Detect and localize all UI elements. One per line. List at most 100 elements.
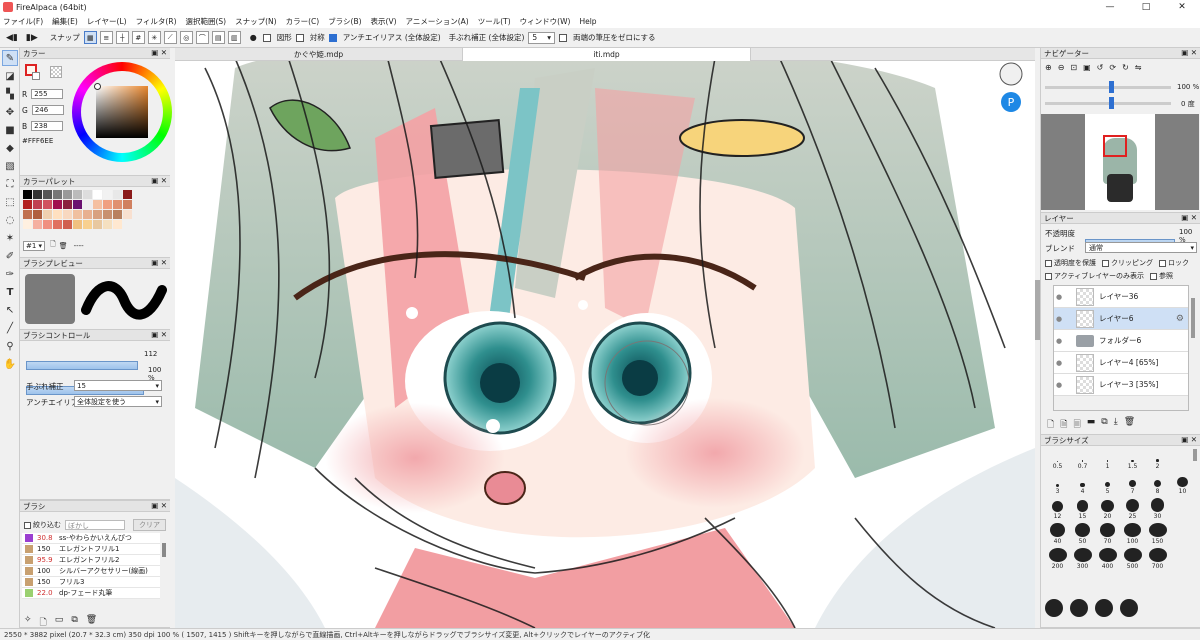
panel-close-icon[interactable]: ▣ ✕ [151, 330, 167, 339]
brush-size-cell[interactable]: 15 [1070, 498, 1095, 520]
fill-rect-icon[interactable]: ■ [2, 122, 18, 138]
hand-tool-icon[interactable]: ✋ [2, 356, 18, 372]
brush-size-cell[interactable]: 4 [1070, 473, 1095, 495]
b-input[interactable]: 238 [31, 121, 64, 131]
new-folder-icon[interactable]: ▬ [1087, 417, 1096, 433]
palette-swatch[interactable] [103, 190, 112, 199]
snap-perspective-icon[interactable]: ⟋ [163, 31, 177, 44]
snap-curve-icon[interactable]: ⌒ [195, 31, 209, 44]
tab-kaguya[interactable]: かぐや姫.mdp [175, 48, 463, 61]
palette-swatch[interactable] [33, 220, 42, 229]
menu-layer[interactable]: レイヤー(L) [87, 16, 127, 27]
brush-size-cell[interactable]: 50 [1070, 523, 1095, 545]
brush-list-item[interactable]: 150 エレガントフリル1 [22, 544, 160, 555]
brush-size-cell[interactable]: 25 [1120, 498, 1145, 520]
menu-filter[interactable]: フィルタ(R) [136, 16, 177, 27]
brush-size-cell[interactable]: 300 [1070, 548, 1095, 570]
new-1bit-layer-icon[interactable]: 🗏 [1074, 417, 1081, 433]
brush-size-cell[interactable]: 1.5 [1120, 448, 1145, 470]
menu-snap[interactable]: スナップ(N) [235, 16, 276, 27]
palette-swatch[interactable] [43, 210, 52, 219]
clear-button[interactable]: クリア [133, 519, 166, 531]
palette-swatch[interactable] [93, 220, 102, 229]
palette-swatch[interactable] [33, 200, 42, 209]
palette-swatch[interactable] [83, 200, 92, 209]
antialias-checkbox[interactable] [328, 33, 337, 42]
protect-alpha-checkbox[interactable] [1045, 259, 1052, 267]
brush-size-cell[interactable]: 1 [1095, 448, 1120, 470]
brush-size-cell[interactable]: 12 [1045, 498, 1070, 520]
brush-list-scrollbar[interactable] [162, 543, 166, 557]
zoom-out-icon[interactable]: ⊖ [1058, 63, 1065, 72]
hex-value[interactable]: #FFF6EE [22, 137, 53, 145]
next-frame-icon[interactable]: ▮▶ [26, 33, 38, 43]
duplicate-layer-icon[interactable]: ⧉ [1101, 417, 1107, 433]
rotate-slider[interactable] [1045, 97, 1171, 109]
rotate-right-icon[interactable]: ↻ [1122, 63, 1129, 72]
palette-swatch[interactable] [33, 190, 42, 199]
visibility-icon[interactable]: ● [1054, 330, 1064, 352]
layer-settings-icon[interactable]: ⚙ [1176, 314, 1184, 324]
rotate-reset-icon[interactable]: ⟳ [1109, 63, 1116, 72]
delete-layer-icon[interactable]: 🗑 [1124, 417, 1135, 433]
palette-swatch[interactable] [43, 200, 52, 209]
menu-brush[interactable]: ブラシ(B) [328, 16, 361, 27]
palette-swatch[interactable] [83, 210, 92, 219]
palette-swatch[interactable] [23, 190, 32, 199]
r-input[interactable]: 255 [31, 89, 64, 99]
palette-swatch[interactable] [103, 220, 112, 229]
palette-swatch[interactable] [93, 200, 102, 209]
both-ends-checkbox[interactable] [558, 33, 567, 42]
palette-swatch[interactable] [43, 190, 52, 199]
menu-animation[interactable]: アニメーション(A) [406, 16, 469, 27]
close-button[interactable]: ✕ [1164, 0, 1200, 14]
palette-swatch[interactable] [73, 190, 82, 199]
palette-swatch[interactable] [53, 220, 62, 229]
snap-dot-icon[interactable]: ● [250, 33, 257, 42]
brush-size-cell[interactable]: 3 [1045, 473, 1070, 495]
palette-swatch[interactable] [23, 210, 32, 219]
bucket-tool-icon[interactable]: ⛶ [2, 176, 18, 192]
menu-help[interactable]: Help [579, 17, 596, 26]
palette-swatch[interactable] [63, 190, 72, 199]
palette-swatch[interactable] [53, 210, 62, 219]
palette-swatch[interactable] [123, 210, 132, 219]
new-8bit-layer-icon[interactable]: 🗎 [1060, 417, 1067, 433]
brush-size-scrollbar[interactable] [1193, 449, 1197, 461]
panel-close-icon[interactable]: ▣ ✕ [1181, 48, 1197, 57]
panel-close-icon[interactable]: ▣ ✕ [151, 176, 167, 185]
panel-close-icon[interactable]: ▣ ✕ [1181, 435, 1197, 444]
eraser-tool-icon[interactable]: ◪ [2, 68, 18, 84]
brush-list-item[interactable]: 100 シルバーアクセサリー(線画) [22, 566, 160, 577]
brush-size-cell[interactable]: 100 [1120, 523, 1145, 545]
brush-size-cell[interactable]: 2 [1145, 448, 1170, 470]
panel-close-icon[interactable]: ▣ ✕ [151, 48, 167, 57]
prev-frame-icon[interactable]: ◀▮ [6, 33, 18, 43]
panel-close-icon[interactable]: ▣ ✕ [151, 501, 167, 510]
brush-list-item[interactable]: 150 フリル3 [22, 577, 160, 588]
palette-swatch[interactable] [103, 210, 112, 219]
brush-size-cell[interactable]: 400 [1095, 548, 1120, 570]
visibility-icon[interactable]: ● [1054, 308, 1064, 330]
new-palette-icon[interactable]: 🗋 [50, 240, 56, 251]
brush-stabilizer-select[interactable]: 15 ▾ [74, 380, 162, 391]
navigator-preview[interactable] [1041, 114, 1199, 210]
filter-checkbox[interactable] [24, 521, 31, 529]
visibility-icon[interactable]: ● [1054, 352, 1064, 374]
select-pen-icon[interactable]: ✐ [2, 248, 18, 264]
brush-size-cell[interactable]: 0.7 [1070, 448, 1095, 470]
visibility-icon[interactable]: ● [1054, 286, 1064, 308]
menu-view[interactable]: 表示(V) [371, 16, 397, 27]
delete-palette-icon[interactable]: 🗑 [59, 242, 68, 250]
navigator-viewport[interactable] [1103, 135, 1127, 157]
palette-swatch[interactable] [43, 220, 52, 229]
palette-swatch[interactable] [23, 220, 32, 229]
palette-swatch[interactable] [63, 200, 72, 209]
palette-swatch[interactable] [63, 220, 72, 229]
brush-size-cell[interactable]: 7 [1120, 473, 1145, 495]
active-only-checkbox[interactable] [1045, 272, 1052, 280]
menu-edit[interactable]: 編集(E) [52, 16, 78, 27]
maximize-button[interactable]: □ [1128, 0, 1164, 14]
eyedropper-tool-icon[interactable]: ⚲ [2, 338, 18, 354]
palette-swatch[interactable] [113, 190, 122, 199]
